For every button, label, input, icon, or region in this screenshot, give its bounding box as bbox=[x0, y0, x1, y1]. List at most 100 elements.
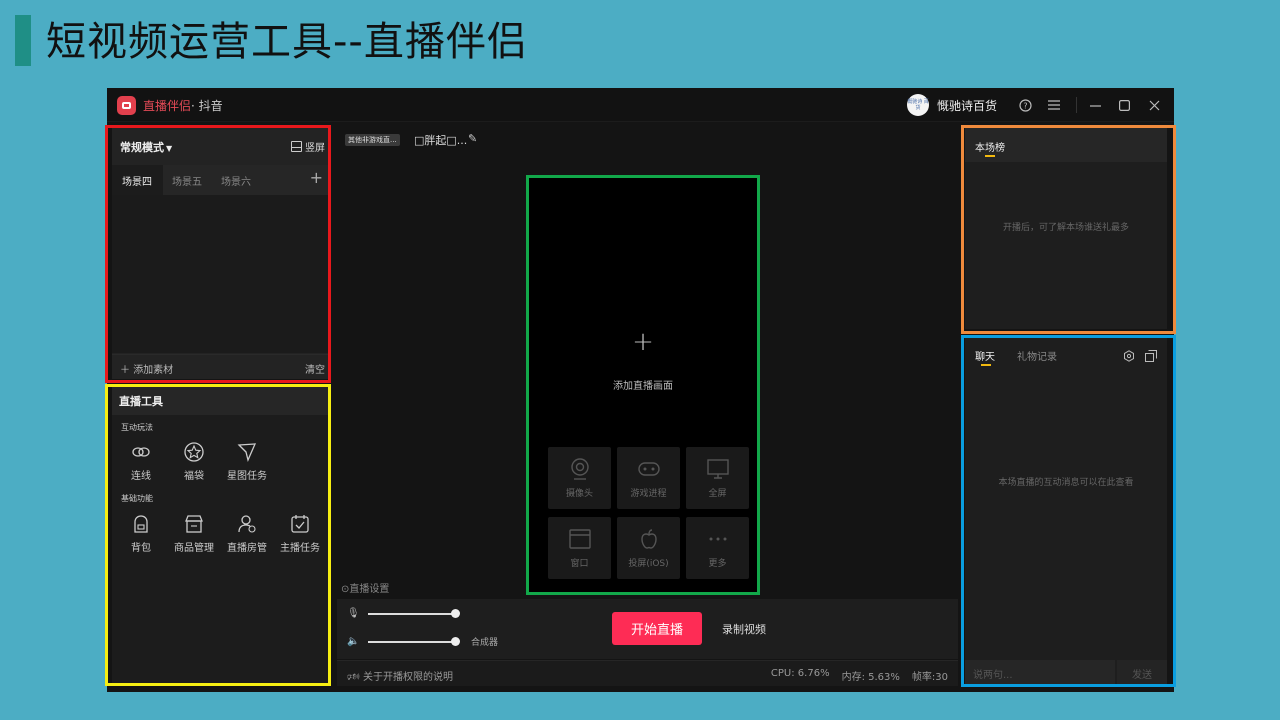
chat-empty-state: 本场直播的互动消息可以在此查看 bbox=[998, 478, 1134, 488]
source-fullscreen-button[interactable]: 全屏 bbox=[686, 447, 749, 509]
mode-dropdown[interactable]: 常规模式 ▼ bbox=[120, 139, 172, 155]
category-tag[interactable]: 其他非游戏直... bbox=[345, 134, 400, 146]
speaker-volume-slider[interactable] bbox=[368, 636, 460, 646]
vertical-screen-toggle[interactable]: 竖屏 bbox=[291, 139, 325, 154]
source-ios-cast-button[interactable]: 投屏(iOS) bbox=[617, 517, 680, 579]
scene-footer: ＋ 添加素材 清空 bbox=[112, 354, 331, 379]
mic-volume-knob[interactable] bbox=[451, 608, 460, 618]
frame-rate: 帧率:30 bbox=[911, 672, 948, 683]
speaker-icon[interactable]: 🔈 bbox=[347, 636, 359, 647]
record-video-button[interactable]: 录制视频 bbox=[722, 621, 766, 637]
live-settings-label: 直播设置 bbox=[349, 584, 390, 595]
slide-title: 短视频运营工具--直播伴侣 bbox=[46, 19, 528, 65]
source-window-label: 窗口 bbox=[570, 559, 589, 569]
cpu-usage: CPU: 6.76% bbox=[770, 668, 830, 679]
chat-input[interactable]: 说两句... bbox=[965, 660, 1115, 684]
source-game-button[interactable]: 游戏进程 bbox=[617, 447, 680, 509]
chevron-down-icon: ▼ bbox=[166, 144, 173, 153]
chat-tabbar: 聊天 礼物记录 bbox=[965, 338, 1167, 370]
tab-scene-4[interactable]: 场景四 bbox=[122, 173, 152, 188]
mode-label: 常规模式 bbox=[120, 141, 164, 154]
microphone-icon[interactable]: 🎙 bbox=[347, 608, 360, 619]
tool-link-label: 连线 bbox=[131, 471, 151, 482]
basic-group-label: 基础功能 bbox=[121, 494, 153, 503]
tab-scene-5[interactable]: 场景五 bbox=[172, 173, 202, 188]
source-window-button[interactable]: 窗口 bbox=[548, 517, 611, 579]
interactive-group-label: 互动玩法 bbox=[121, 423, 153, 432]
edit-icon[interactable]: ✎ bbox=[468, 132, 477, 145]
tool-product-button[interactable]: 商品管理 bbox=[167, 513, 221, 554]
user-name[interactable]: 慨驰诗百货 bbox=[937, 97, 997, 114]
source-fullscreen-label: 全屏 bbox=[708, 489, 727, 499]
main-stage: 其他非游戏直... □胖起□... ✎ + 添加直播画面 摄像头 游戏进程 全屏… bbox=[337, 124, 958, 686]
vertical-screen-icon bbox=[291, 141, 302, 152]
maximize-icon[interactable] bbox=[1114, 95, 1134, 115]
live-preview[interactable]: + 添加直播画面 摄像头 游戏进程 全屏 窗口 投屏(iOS) 更多 bbox=[528, 177, 758, 594]
camera-icon bbox=[568, 457, 592, 481]
link-icon bbox=[130, 441, 152, 463]
tool-backpack-button[interactable]: 背包 bbox=[114, 513, 168, 554]
apple-icon bbox=[637, 527, 661, 551]
status-bar: 🕬 关于开播权限的说明 CPU: 6.76% 内存: 5.63% 帧率:30 bbox=[337, 660, 958, 686]
tab-ranking[interactable]: 本场榜 bbox=[975, 139, 1005, 154]
vertical-screen-label: 竖屏 bbox=[305, 143, 325, 154]
gamepad-icon bbox=[637, 457, 661, 481]
menu-icon[interactable] bbox=[1044, 95, 1064, 115]
title-bar: 直播伴侣 · 抖音 慨驰诗 百货 慨驰诗百货 ? bbox=[107, 88, 1174, 122]
mixer-button[interactable]: 合成器 bbox=[471, 635, 498, 648]
room-title[interactable]: □胖起□... bbox=[414, 132, 467, 148]
help-icon[interactable]: ? bbox=[1015, 95, 1035, 115]
mic-volume-slider[interactable] bbox=[368, 608, 460, 618]
tab-chat[interactable]: 聊天 bbox=[975, 348, 995, 363]
chat-panel: 聊天 礼物记录 本场直播的互动消息可以在此查看 说两句... 发送 bbox=[965, 338, 1167, 684]
slide-accent-bar bbox=[15, 15, 31, 66]
chat-settings-icon[interactable] bbox=[1123, 347, 1135, 362]
send-button[interactable]: 发送 bbox=[1117, 660, 1167, 684]
add-screen-icon[interactable]: + bbox=[528, 327, 758, 357]
minimize-icon[interactable] bbox=[1085, 95, 1105, 115]
room-admin-icon bbox=[236, 513, 258, 535]
add-scene-icon[interactable]: + bbox=[310, 168, 323, 187]
anchor-task-icon bbox=[289, 513, 311, 535]
scene-content bbox=[112, 195, 331, 353]
add-material-button[interactable]: ＋ 添加素材 bbox=[120, 361, 173, 376]
app-platform: · 抖音 bbox=[191, 99, 223, 113]
source-more-button[interactable]: 更多 bbox=[686, 517, 749, 579]
svg-text:?: ? bbox=[1023, 101, 1027, 110]
tab-scene-6[interactable]: 场景六 bbox=[221, 173, 251, 188]
avatar[interactable]: 慨驰诗 百货 bbox=[907, 94, 929, 116]
speaker-volume-row: 🔈 bbox=[347, 636, 460, 647]
tool-star-task-button[interactable]: 星图任务 bbox=[220, 441, 274, 482]
app-logo-icon bbox=[117, 96, 136, 115]
tool-lucky-bag-label: 福袋 bbox=[184, 471, 204, 482]
popout-icon[interactable] bbox=[1145, 347, 1157, 362]
source-more-label: 更多 bbox=[708, 559, 727, 569]
tool-room-admin-button[interactable]: 直播房管 bbox=[220, 513, 274, 554]
tab-active-indicator bbox=[985, 155, 995, 157]
star-task-icon bbox=[236, 441, 258, 463]
add-screen-label: 添加直播画面 bbox=[613, 381, 673, 392]
tool-link-button[interactable]: 连线 bbox=[114, 441, 168, 482]
tab-gift-records[interactable]: 礼物记录 bbox=[1017, 348, 1057, 363]
live-settings-button[interactable]: ⊙直播设置 bbox=[341, 580, 389, 595]
performance-stats: CPU: 6.76% 内存: 5.63% 帧率:30 bbox=[771, 668, 948, 683]
close-icon[interactable] bbox=[1144, 95, 1164, 115]
live-tools-panel: 直播工具 互动玩法 连线 福袋 星图任务 基础功能 背包 商品管理 直播房管 主… bbox=[112, 385, 331, 684]
speaker-volume-knob[interactable] bbox=[451, 636, 460, 646]
source-camera-button[interactable]: 摄像头 bbox=[548, 447, 611, 509]
tab-active-indicator bbox=[981, 364, 991, 366]
window-icon bbox=[568, 527, 592, 551]
announcement-icon: 🕬 bbox=[347, 672, 363, 683]
tool-room-admin-label: 直播房管 bbox=[227, 543, 267, 554]
tool-product-label: 商品管理 bbox=[174, 543, 214, 554]
titlebar-divider bbox=[1076, 97, 1077, 113]
start-live-button[interactable]: 开始直播 bbox=[612, 612, 702, 645]
tool-lucky-bag-button[interactable]: 福袋 bbox=[167, 441, 221, 482]
live-tools-header: 直播工具 bbox=[112, 385, 331, 415]
source-ios-cast-label: 投屏(iOS) bbox=[628, 559, 669, 569]
permission-note-link[interactable]: 🕬 关于开播权限的说明 bbox=[347, 668, 453, 687]
app-window: 直播伴侣 · 抖音 慨驰诗 百货 慨驰诗百货 ? 常规模式 ▼ 竖屏 场景四 场… bbox=[107, 88, 1174, 692]
tool-anchor-task-button[interactable]: 主播任务 bbox=[273, 513, 327, 554]
mic-volume-row: 🎙 bbox=[347, 608, 460, 619]
clear-button[interactable]: 清空 bbox=[305, 361, 325, 376]
